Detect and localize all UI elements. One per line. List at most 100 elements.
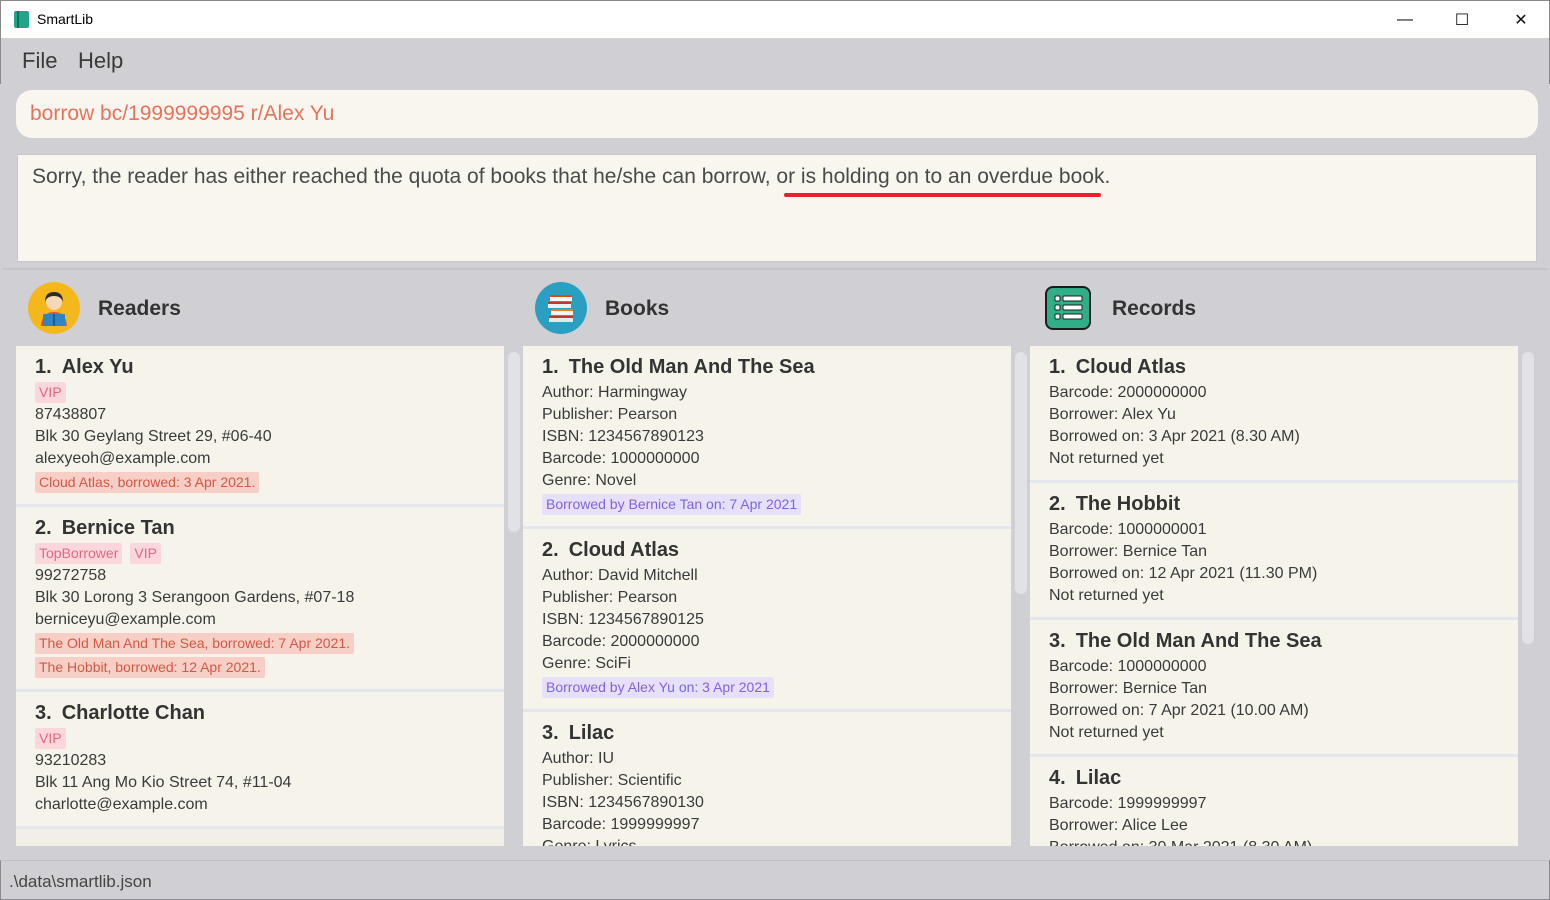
record-barcode: Barcode: 1000000000 — [1049, 658, 1207, 675]
records-scrollbar[interactable] — [1015, 350, 1027, 846]
reader-card[interactable]: 2. Bernice Tan TopBorrower VIP 99272758 B… — [16, 507, 504, 692]
record-return-status: Not returned yet — [1049, 450, 1164, 467]
reader-avatar-icon — [28, 282, 80, 334]
book-author: Author: IU — [542, 750, 615, 767]
result-display: Sorry, the reader has either reached the… — [17, 154, 1537, 262]
book-card[interactable]: 1. The Old Man And The Sea Author: Harmin… — [523, 346, 1011, 529]
record-return-status: Not returned yet — [1049, 724, 1164, 741]
record-card[interactable]: 3. The Old Man And The Sea Barcode: 10000… — [1030, 620, 1518, 757]
title-bar: SmartLib — ☐ ✕ — [0, 0, 1550, 38]
scroll-thumb[interactable] — [1522, 352, 1534, 644]
record-barcode: Barcode: 1000000001 — [1049, 521, 1207, 538]
readers-list[interactable]: 1. Alex Yu VIP 87438807 Blk 30 Geylang St… — [16, 346, 504, 846]
records-title: Records — [1112, 297, 1197, 320]
reader-index: 3. — [35, 702, 52, 724]
menu-help[interactable]: Help — [78, 48, 123, 74]
reader-phone: 99272758 — [35, 567, 107, 584]
record-borrower: Borrower: Bernice Tan — [1049, 680, 1207, 697]
book-author: Author: Harmingway — [542, 384, 687, 401]
books-title: Books — [605, 297, 670, 320]
window-title: SmartLib — [37, 11, 94, 27]
records-header: Records — [1042, 282, 1522, 336]
book-barcode: Barcode: 1999999997 — [542, 816, 700, 833]
book-isbn: ISBN: 1234567890123 — [542, 428, 704, 445]
books-scrollbar[interactable] — [508, 350, 520, 846]
records-list[interactable]: 1. Cloud Atlas Barcode: 2000000000 Borrow… — [1030, 346, 1518, 846]
record-card[interactable]: 1. Cloud Atlas Barcode: 2000000000 Borrow… — [1030, 346, 1518, 483]
reader-index: 1. — [35, 356, 52, 378]
minimize-button[interactable]: — — [1376, 1, 1434, 39]
book-genre: Genre: SciFi — [542, 655, 631, 672]
reader-tag: VIP — [35, 728, 66, 749]
reader-email: charlotte@example.com — [35, 796, 208, 813]
book-status-tag: Borrowed by Bernice Tan on: 7 Apr 2021 — [542, 494, 802, 515]
books-stack-icon — [535, 282, 587, 334]
reader-tag: VIP — [130, 543, 161, 564]
book-title: Cloud Atlas — [568, 539, 680, 561]
record-borrowed-on: Borrowed on: 3 Apr 2021 (8.30 AM) — [1049, 428, 1300, 445]
reader-borrowed-tag: The Hobbit, borrowed: 12 Apr 2021. — [35, 657, 265, 678]
scroll-thumb[interactable] — [508, 352, 520, 532]
reader-tag: VIP — [35, 382, 66, 403]
record-borrowed-on: Borrowed on: 7 Apr 2021 (10.00 AM) — [1049, 702, 1309, 719]
record-barcode: Barcode: 2000000000 — [1049, 384, 1207, 401]
record-index: 2. — [1049, 493, 1066, 515]
reader-name: Alex Yu — [61, 356, 134, 378]
book-barcode: Barcode: 1000000000 — [542, 450, 700, 467]
book-publisher: Publisher: Pearson — [542, 589, 678, 606]
record-borrower: Borrower: Bernice Tan — [1049, 543, 1207, 560]
book-card[interactable]: 2. Cloud Atlas Author: David Mitchell Pub… — [523, 529, 1011, 712]
record-title: The Hobbit — [1075, 493, 1181, 515]
book-index: 1. — [542, 356, 559, 378]
record-index: 4. — [1049, 767, 1066, 789]
reader-name: Charlotte Chan — [61, 702, 206, 724]
reader-email: berniceyu@example.com — [35, 611, 216, 628]
error-highlight-underline — [784, 193, 1101, 197]
result-message: Sorry, the reader has either reached the… — [32, 165, 1111, 188]
book-genre: Genre: Novel — [542, 472, 637, 489]
data-file-path: .\data\smartlib.json — [9, 872, 152, 891]
record-card[interactable]: 4. Lilac Barcode: 1999999997 Borrower: Al… — [1030, 757, 1518, 846]
maximize-button[interactable]: ☐ — [1433, 1, 1491, 39]
book-barcode: Barcode: 2000000000 — [542, 633, 700, 650]
reader-address: Blk 30 Geylang Street 29, #06-40 — [35, 428, 272, 445]
book-publisher: Publisher: Pearson — [542, 406, 678, 423]
book-author: Author: David Mitchell — [542, 567, 698, 584]
book-title: The Old Man And The Sea — [568, 356, 815, 378]
menu-bar: File Help — [0, 38, 1550, 84]
book-isbn: ISBN: 1234567890125 — [542, 611, 704, 628]
readers-title: Readers — [98, 297, 181, 320]
book-index: 2. — [542, 539, 559, 561]
reader-email: alexyeoh@example.com — [35, 450, 211, 467]
reader-borrowed-tag: The Old Man And The Sea, borrowed: 7 Apr… — [35, 633, 355, 654]
scroll-thumb[interactable] — [1015, 352, 1027, 594]
book-index: 3. — [542, 722, 559, 744]
record-card[interactable]: 2. The Hobbit Barcode: 1000000001 Borrowe… — [1030, 483, 1518, 620]
book-title: Lilac — [568, 722, 615, 744]
books-header: Books — [535, 282, 1015, 336]
record-index: 3. — [1049, 630, 1066, 652]
reader-card[interactable]: 1. Alex Yu VIP 87438807 Blk 30 Geylang St… — [16, 346, 504, 507]
close-button[interactable]: ✕ — [1492, 1, 1550, 39]
record-title: Lilac — [1075, 767, 1122, 789]
book-card[interactable]: 3. Lilac Author: IU Publisher: Scientific… — [523, 712, 1011, 846]
menu-file[interactable]: File — [22, 48, 57, 74]
divider — [2, 268, 1548, 270]
right-scrollbar[interactable] — [1522, 350, 1534, 846]
reader-index: 2. — [35, 517, 52, 539]
command-text[interactable]: borrow bc/1999999995 r/Alex Yu — [30, 102, 334, 126]
reader-borrowed-tag: Cloud Atlas, borrowed: 3 Apr 2021. — [35, 472, 260, 493]
command-input[interactable]: borrow bc/1999999995 r/Alex Yu — [16, 90, 1538, 138]
book-publisher: Publisher: Scientific — [542, 772, 682, 789]
book-genre: Genre: Lyrics — [542, 836, 992, 846]
reader-card[interactable]: 3. Charlotte Chan VIP 93210283 Blk 11 Ang… — [16, 692, 504, 829]
reader-name: Bernice Tan — [61, 517, 175, 539]
reader-address: Blk 30 Lorong 3 Serangoon Gardens, #07-1… — [35, 589, 355, 606]
books-list[interactable]: 1. The Old Man And The Sea Author: Harmin… — [523, 346, 1011, 846]
record-borrowed-on: Borrowed on: 12 Apr 2021 (11.30 PM) — [1049, 565, 1318, 582]
list-icon — [1042, 282, 1094, 334]
record-return-status: Not returned yet — [1049, 587, 1164, 604]
record-borrower: Borrower: Alice Lee — [1049, 817, 1188, 834]
book-isbn: ISBN: 1234567890130 — [542, 794, 704, 811]
book-status-tag: Borrowed by Alex Yu on: 3 Apr 2021 — [542, 677, 774, 698]
